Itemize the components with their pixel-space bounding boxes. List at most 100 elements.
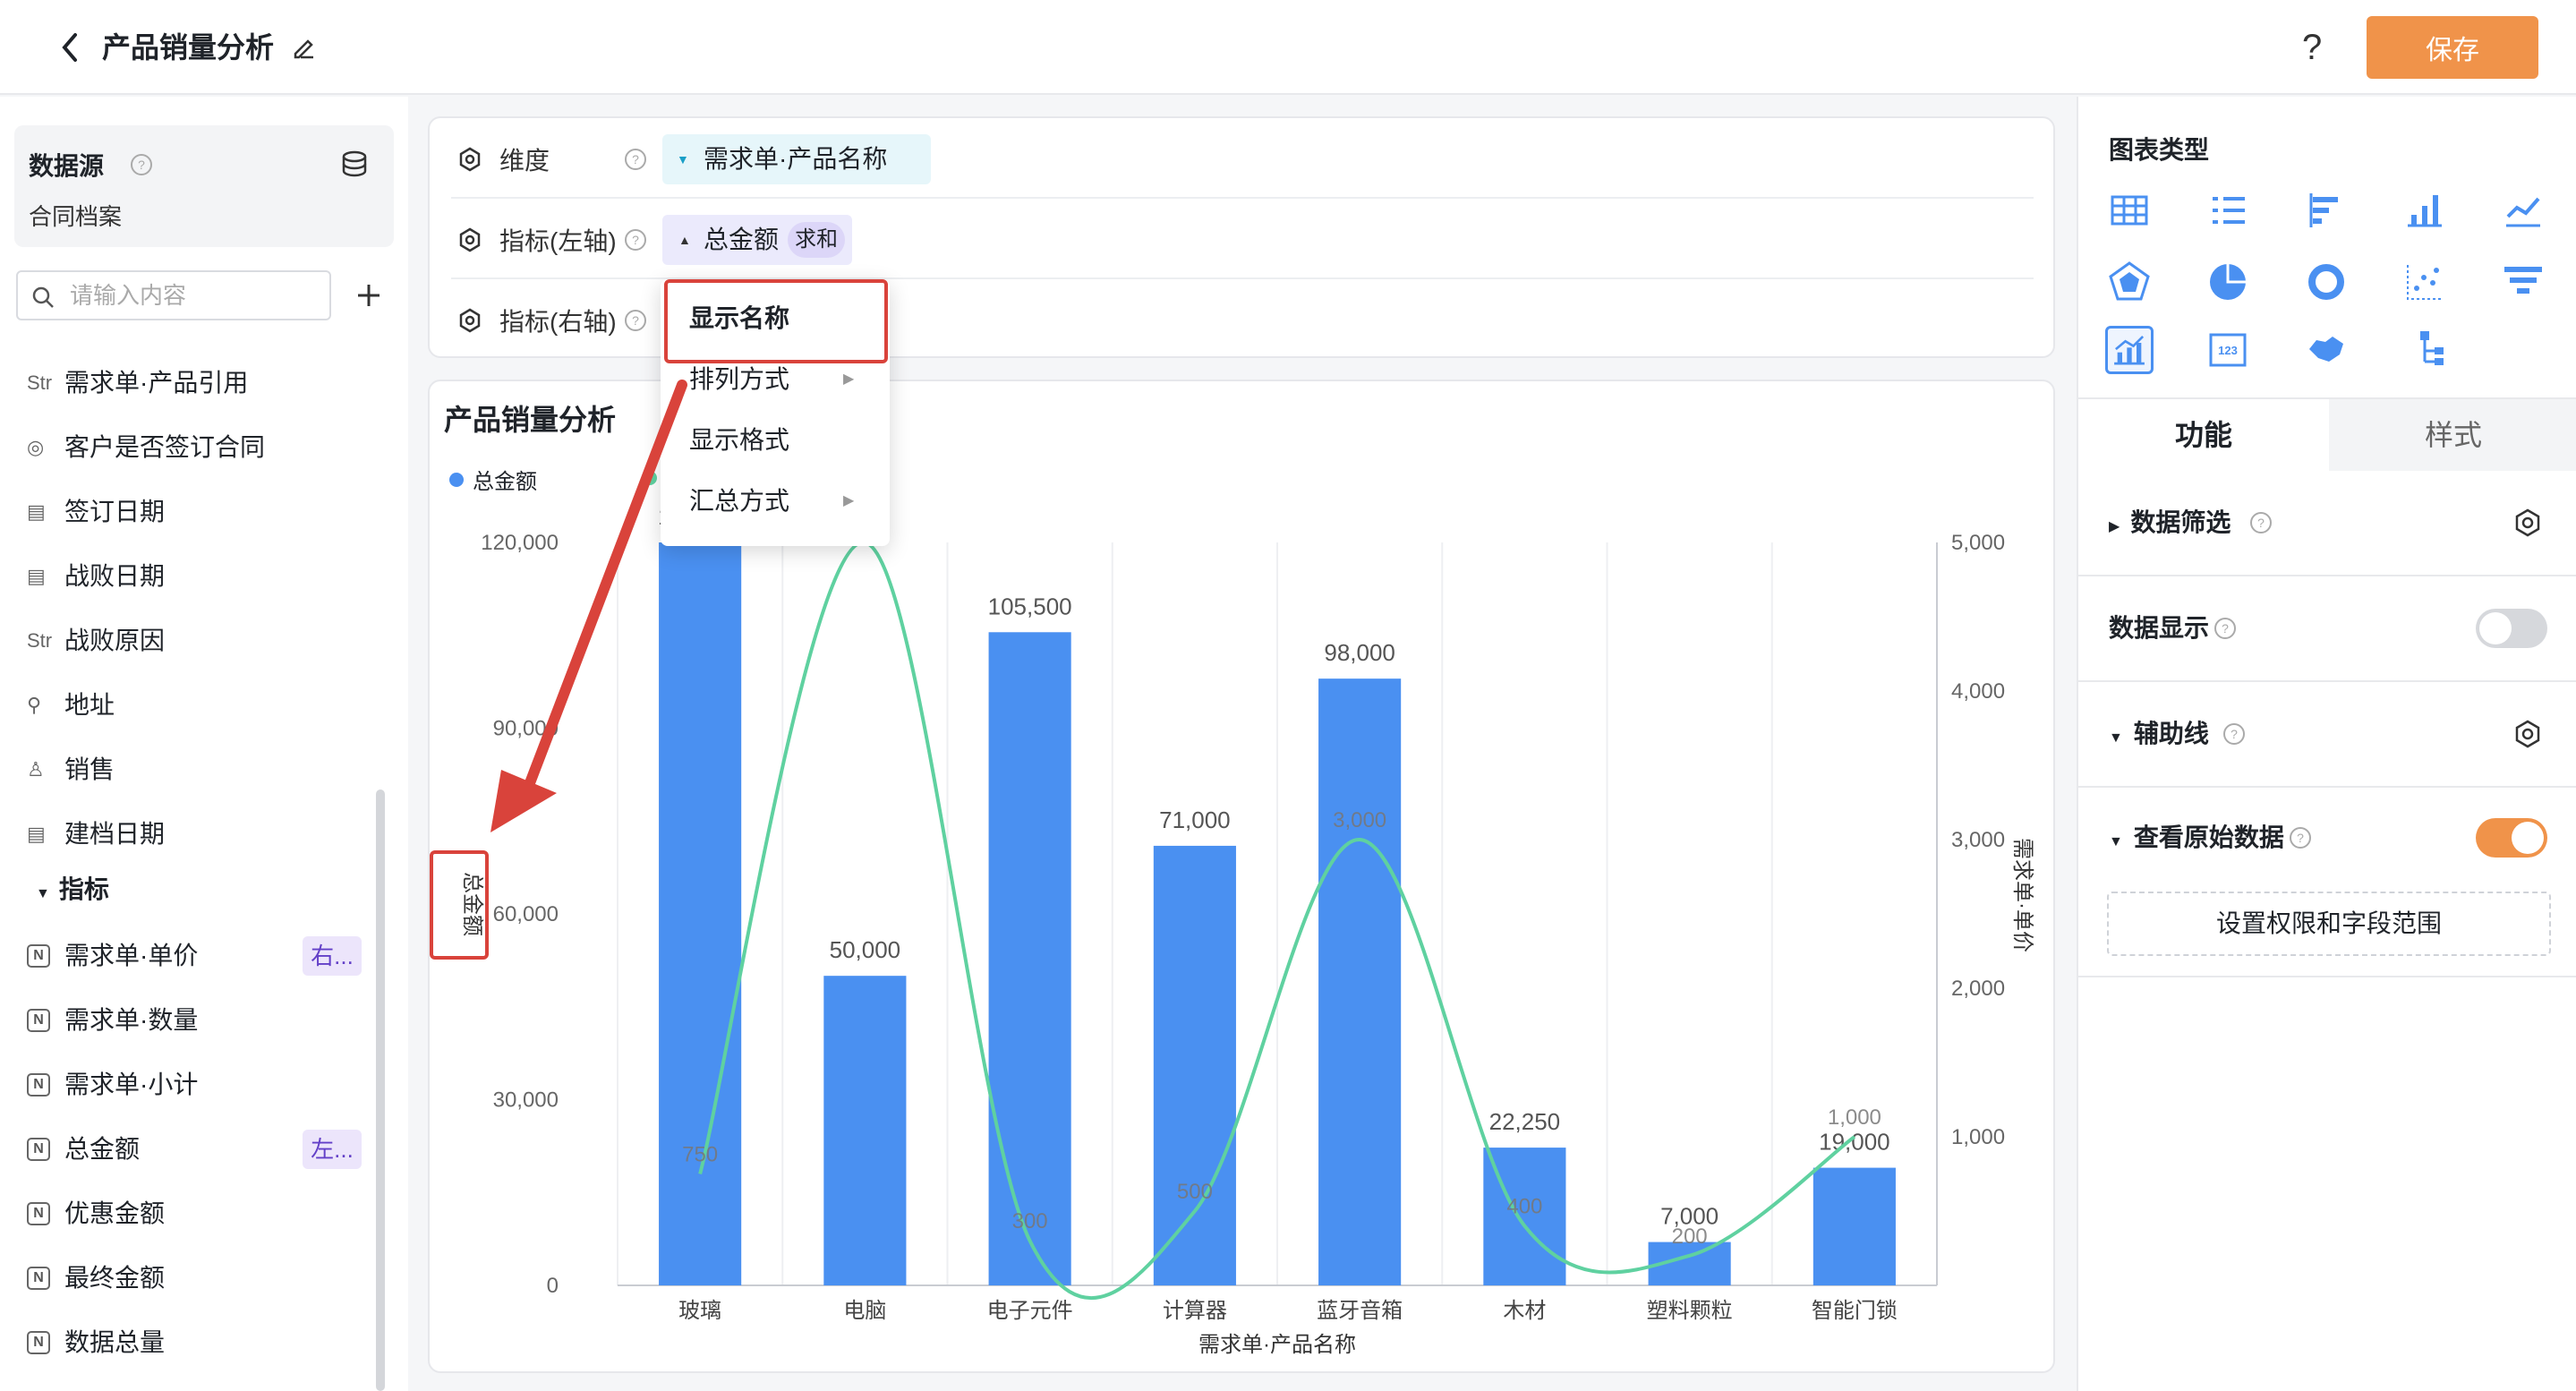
- raw-data-text: 查看原始数据: [2133, 824, 2284, 851]
- address-type-icon: ⚲: [27, 694, 42, 716]
- metric-item[interactable]: N 总金额: [27, 1131, 140, 1167]
- settings-gear-icon[interactable]: [456, 307, 483, 334]
- metric-item[interactable]: N 最终金额: [27, 1260, 165, 1296]
- settings-gear-icon[interactable]: [456, 226, 483, 253]
- legend-swatch-bar: [449, 472, 464, 487]
- field-item[interactable]: ▤ 建档日期: [27, 816, 165, 852]
- save-button[interactable]: 保存: [2367, 16, 2538, 79]
- left-axis-help-icon[interactable]: ?: [623, 227, 648, 252]
- metric-label: 需求单·数量: [64, 1006, 199, 1034]
- chart-type-label: 图表类型: [2109, 136, 2210, 164]
- field-item[interactable]: ▤ 签订日期: [27, 494, 165, 530]
- field-search: [16, 270, 331, 320]
- donut-chart-icon[interactable]: [2302, 258, 2350, 306]
- metrics-group-header[interactable]: ▼ 指标: [36, 872, 109, 912]
- horizontal-bar-chart-icon[interactable]: [2302, 186, 2350, 235]
- field-sidebar: 数据源 ? 合同档案 Str 需求单·产品引用 ◎ 客户是否签订合同 ▤ 签订日期 ▤…: [0, 97, 408, 1391]
- data-display-help-icon[interactable]: ?: [2213, 616, 2238, 641]
- edit-pencil-icon[interactable]: [290, 32, 319, 61]
- set-permission-button[interactable]: 设置权限和字段范围: [2107, 892, 2551, 956]
- metric-item[interactable]: N 需求单·数量: [27, 1003, 198, 1038]
- metric-item[interactable]: N 数据总量: [27, 1325, 165, 1361]
- right-axis-help-icon[interactable]: ?: [623, 308, 648, 333]
- metric-item[interactable]: N 需求单·单价: [27, 938, 198, 974]
- list-chart-icon[interactable]: [2204, 186, 2252, 235]
- data-filter-section: ▶ 数据筛选 ?: [2078, 471, 2576, 576]
- tab-style[interactable]: 样式: [2329, 399, 2576, 471]
- radar-chart-icon[interactable]: [2105, 258, 2154, 306]
- number-type-icon: N: [27, 1009, 50, 1032]
- tab-function[interactable]: 功能: [2078, 399, 2329, 471]
- help-icon[interactable]: ?: [2302, 27, 2322, 68]
- combo-chart-icon[interactable]: [2105, 326, 2154, 374]
- option-type-icon: ◎: [27, 436, 45, 458]
- aux-line-help-icon[interactable]: ?: [2222, 721, 2247, 747]
- chart-legend[interactable]: 总金额: [449, 464, 537, 495]
- data-display-section: 数据显示 ?: [2078, 576, 2576, 682]
- left-axis-metric-chip[interactable]: ▲ 总金额 求和: [662, 215, 852, 265]
- data-filter-help-icon[interactable]: ?: [2248, 510, 2273, 535]
- date-type-icon: ▤: [27, 565, 46, 587]
- collapse-triangle-icon: ▼: [36, 886, 50, 901]
- dimension-help-icon[interactable]: ?: [623, 147, 648, 172]
- field-item[interactable]: ⚲ 地址: [27, 687, 115, 723]
- dimension-chip[interactable]: ▼ 需求单·产品名称: [662, 134, 931, 184]
- funnel-chart-icon[interactable]: [2499, 258, 2547, 306]
- legend-swatch-line[interactable]: [643, 471, 657, 485]
- svg-text:?: ?: [2222, 621, 2229, 636]
- number-type-icon: N: [27, 1073, 50, 1097]
- tree-chart-icon[interactable]: [2401, 326, 2449, 374]
- settings-gear-icon[interactable]: [456, 146, 483, 173]
- data-filter-settings-icon[interactable]: [2512, 507, 2544, 539]
- sidebar-scrollbar[interactable]: [376, 789, 385, 1391]
- annotation-highlight-axis: [430, 850, 489, 960]
- search-input[interactable]: [68, 279, 319, 311]
- axis-badge-right: 右...: [303, 936, 362, 976]
- line-chart-icon[interactable]: [2499, 186, 2547, 235]
- datasource-card[interactable]: 数据源 ? 合同档案: [14, 125, 394, 247]
- divider: [451, 197, 2034, 199]
- raw-data-toggle[interactable]: [2476, 818, 2547, 858]
- settings-tabs: 功能 样式: [2078, 397, 2576, 471]
- menu-item-aggregation[interactable]: 汇总方式 ▶: [689, 483, 854, 519]
- raw-data-label[interactable]: ▼ 查看原始数据: [2109, 820, 2284, 860]
- top-header: 产品销量分析 ? 保存: [0, 0, 2576, 95]
- number-card-icon[interactable]: 123: [2204, 326, 2252, 374]
- submenu-arrow-icon: ▶: [843, 371, 855, 387]
- field-item[interactable]: Str 需求单·产品引用: [27, 365, 248, 401]
- field-item[interactable]: ♙ 销售: [27, 752, 115, 788]
- aux-line-label[interactable]: ▼ 辅助线: [2109, 716, 2209, 756]
- menu-item-sort[interactable]: 排列方式 ▶: [689, 362, 854, 397]
- number-type-icon: N: [27, 1331, 50, 1354]
- table-chart-icon[interactable]: [2105, 186, 2154, 235]
- data-display-toggle[interactable]: [2476, 609, 2547, 648]
- expand-triangle-icon: ▶: [2109, 519, 2120, 534]
- field-item[interactable]: ▤ 战败日期: [27, 559, 165, 594]
- menu-item-format[interactable]: 显示格式: [689, 422, 789, 458]
- field-item[interactable]: Str 战败原因: [27, 623, 165, 659]
- svg-text:?: ?: [2257, 516, 2265, 530]
- back-chevron-icon[interactable]: [54, 30, 86, 65]
- map-chart-icon[interactable]: [2302, 326, 2350, 374]
- submenu-arrow-icon: ▶: [843, 493, 855, 508]
- metric-item[interactable]: N 需求单·小计: [27, 1067, 198, 1103]
- string-type-icon: Str: [27, 371, 53, 394]
- axis-badge-left: 左...: [303, 1130, 362, 1169]
- aux-line-text: 辅助线: [2133, 720, 2209, 747]
- aux-line-settings-icon[interactable]: [2512, 718, 2544, 750]
- field-item[interactable]: ◎ 客户是否签订合同: [27, 430, 265, 465]
- metric-item[interactable]: N 优惠金额: [27, 1196, 165, 1232]
- metric-label: 优惠金额: [64, 1199, 166, 1227]
- left-axis-chip-label: 总金额: [704, 226, 780, 253]
- add-field-icon[interactable]: [353, 279, 385, 311]
- pie-chart-icon[interactable]: [2204, 258, 2252, 306]
- data-filter-label[interactable]: ▶ 数据筛选: [2109, 505, 2231, 545]
- field-label: 客户是否签订合同: [64, 433, 266, 461]
- collapse-triangle-icon: ▼: [2109, 834, 2123, 849]
- expand-triangle-icon: ▲: [678, 233, 691, 247]
- raw-data-help-icon[interactable]: ?: [2288, 825, 2313, 850]
- datasource-help-icon[interactable]: ?: [129, 152, 154, 177]
- scatter-chart-icon[interactable]: [2401, 258, 2449, 306]
- database-switch-icon[interactable]: [338, 149, 371, 181]
- column-chart-icon[interactable]: [2401, 186, 2449, 235]
